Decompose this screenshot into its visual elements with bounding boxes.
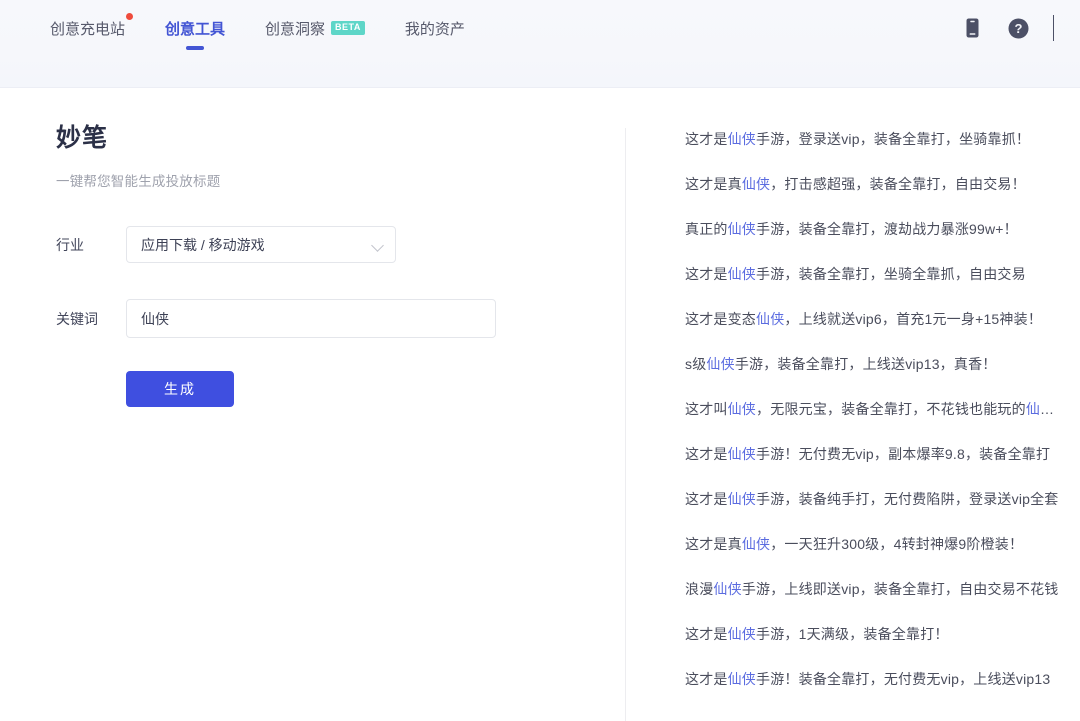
nav-item-creative-tools[interactable]: 创意工具 <box>145 0 245 56</box>
nav-item-my-assets[interactable]: 我的资产 <box>385 0 485 56</box>
result-keyword: 仙侠 <box>728 626 756 642</box>
result-item-text: 这才是仙侠手游，1天满级，装备全靠打！ <box>685 624 949 644</box>
result-item-text: 这才是真仙侠，打击感超强，装备全靠打，自由交易！ <box>685 174 1026 194</box>
chevron-down-icon <box>371 239 384 252</box>
header-divider <box>1053 15 1054 41</box>
page-subtitle: 一键帮您智能生成投放标题 <box>56 170 625 190</box>
results-panel: 这才是仙侠手游，登录送vip，装备全靠打，坐骑靠抓！ 这才是真仙侠，打击感超强，装… <box>626 88 1080 721</box>
nav-item-label: 创意洞察 <box>265 18 325 39</box>
tool-form-panel: 妙笔 一键帮您智能生成投放标题 行业 应用下载 / 移动游戏 关键词 生成 <box>0 88 625 407</box>
active-tab-underline <box>186 46 204 50</box>
result-item[interactable]: 这才叫仙侠，无限元宝，装备全靠打，不花钱也能玩的仙侠手游 <box>685 386 1080 431</box>
result-item-text: 这才叫仙侠，无限元宝，装备全靠打，不花钱也能玩的仙侠手游 <box>685 399 1059 419</box>
industry-select[interactable]: 应用下载 / 移动游戏 <box>126 226 396 263</box>
result-item[interactable]: 这才是仙侠手游，1天满级，装备全靠打！ <box>685 611 1080 656</box>
svg-text:?: ? <box>1014 21 1022 36</box>
result-item-text: 这才是仙侠手游，装备全靠打，坐骑全靠抓，自由交易 <box>685 264 1026 284</box>
result-item-text: 这才是仙侠手游，装备纯手打，无付费陷阱，登录送vip全套 <box>685 489 1059 509</box>
result-item-text: 真正的仙侠手游，装备全靠打，渡劫战力暴涨99w+！ <box>685 219 1018 239</box>
result-item[interactable]: 真正的仙侠手游，装备全靠打，渡劫战力暴涨99w+！ <box>685 206 1080 251</box>
keyword-row: 关键词 <box>56 299 625 338</box>
result-keyword: 仙侠 <box>706 356 734 372</box>
generate-button[interactable]: 生成 <box>126 371 234 407</box>
results-list: 这才是仙侠手游，登录送vip，装备全靠打，坐骑靠抓！ 这才是真仙侠，打击感超强，装… <box>685 116 1080 701</box>
result-item-text: 这才是仙侠手游！无付费无vip，副本爆率9.8，装备全靠打 <box>685 444 1050 464</box>
result-item[interactable]: 这才是真仙侠，打击感超强，装备全靠打，自由交易！ <box>685 161 1080 206</box>
result-item[interactable]: 浪漫仙侠手游，上线即送vip，装备全靠打，自由交易不花钱 <box>685 566 1080 611</box>
result-keyword: 仙侠 <box>713 581 741 597</box>
notification-dot-icon <box>126 13 133 20</box>
main-content: 妙笔 一键帮您智能生成投放标题 行业 应用下载 / 移动游戏 关键词 生成 这才… <box>0 88 1080 721</box>
result-keyword: 仙侠 <box>728 671 756 687</box>
industry-select-value: 应用下载 / 移动游戏 <box>141 235 265 255</box>
result-keyword: 仙侠 <box>742 176 770 192</box>
result-item[interactable]: 这才是仙侠手游，装备全靠打，坐骑全靠抓，自由交易 <box>685 251 1080 296</box>
top-header: 创意充电站 创意工具 创意洞察 BETA 我的资产 ? <box>0 0 1080 88</box>
result-item[interactable]: 这才是仙侠手游！无付费无vip，副本爆率9.8，装备全靠打 <box>685 431 1080 476</box>
result-keyword: 仙侠 <box>756 311 784 327</box>
result-keyword: 仙侠 <box>742 536 770 552</box>
result-keyword: 仙侠 <box>728 401 756 417</box>
result-item-text: 这才是仙侠手游！装备全靠打，无付费无vip，上线送vip13 <box>685 669 1050 689</box>
header-actions: ? <box>949 0 1080 56</box>
main-nav: 创意充电站 创意工具 创意洞察 BETA 我的资产 <box>30 0 485 56</box>
help-icon[interactable]: ? <box>995 0 1041 56</box>
nav-item-label: 我的资产 <box>405 18 465 39</box>
industry-label: 行业 <box>56 235 126 255</box>
nav-item-creative-insight[interactable]: 创意洞察 BETA <box>245 0 385 56</box>
keyword-input[interactable] <box>126 299 496 338</box>
result-item-text: 这才是仙侠手游，登录送vip，装备全靠打，坐骑靠抓！ <box>685 129 1030 149</box>
result-item[interactable]: 这才是仙侠手游，登录送vip，装备全靠打，坐骑靠抓！ <box>685 116 1080 161</box>
keyword-label: 关键词 <box>56 309 126 329</box>
beta-badge: BETA <box>331 21 365 35</box>
result-keyword: 仙侠 <box>728 131 756 147</box>
result-item[interactable]: 这才是仙侠手游，装备纯手打，无付费陷阱，登录送vip全套 <box>685 476 1080 521</box>
page-title: 妙笔 <box>56 122 625 154</box>
result-item-text: 这才是真仙侠，一天狂升300级，4转封神爆9阶橙装！ <box>685 534 1023 554</box>
result-item-text: 这才是变态仙侠，上线就送vip6，首充1元一身+15神装！ <box>685 309 1042 329</box>
result-keyword: 仙侠 <box>1026 401 1054 417</box>
result-keyword: 仙侠 <box>728 266 756 282</box>
nav-item-label: 创意工具 <box>165 18 225 39</box>
nav-item-charging-station[interactable]: 创意充电站 <box>30 0 145 56</box>
result-item[interactable]: s级仙侠手游，装备全靠打，上线送vip13，真香！ <box>685 341 1080 386</box>
result-keyword: 仙侠 <box>728 446 756 462</box>
mobile-icon[interactable] <box>949 0 995 56</box>
result-keyword: 仙侠 <box>728 491 756 507</box>
nav-item-label: 创意充电站 <box>50 18 125 39</box>
generate-row: 生成 <box>56 371 625 407</box>
result-keyword: 仙侠 <box>728 221 756 237</box>
result-item-text: s级仙侠手游，装备全靠打，上线送vip13，真香！ <box>685 354 996 374</box>
result-item-text: 浪漫仙侠手游，上线即送vip，装备全靠打，自由交易不花钱 <box>685 579 1059 599</box>
result-item[interactable]: 这才是真仙侠，一天狂升300级，4转封神爆9阶橙装！ <box>685 521 1080 566</box>
result-item[interactable]: 这才是变态仙侠，上线就送vip6，首充1元一身+15神装！ <box>685 296 1080 341</box>
industry-row: 行业 应用下载 / 移动游戏 <box>56 226 625 263</box>
result-item[interactable]: 这才是仙侠手游！装备全靠打，无付费无vip，上线送vip13 <box>685 656 1080 701</box>
